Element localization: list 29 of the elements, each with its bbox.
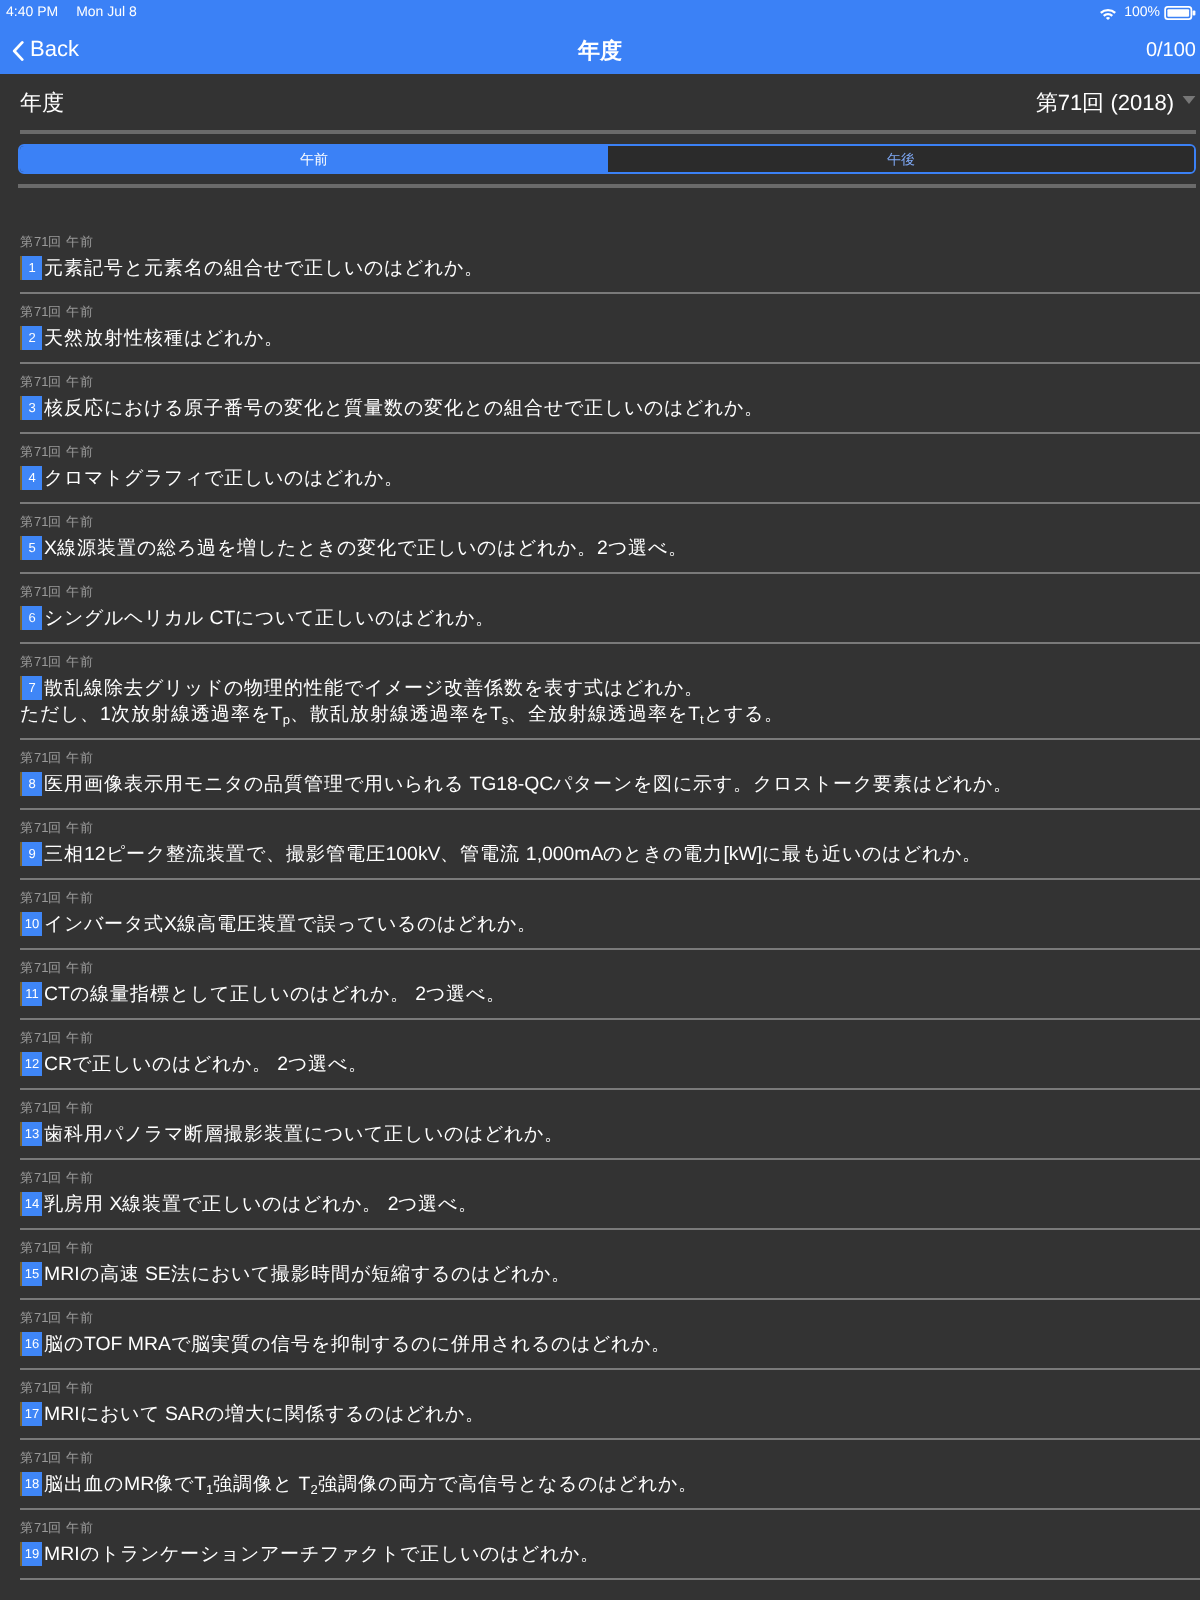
question-text[interactable]: CRで正しいのはどれか。 2つ選べ。 [44, 1051, 369, 1077]
answered-counter: 0/100 [1145, 39, 1196, 61]
question-text[interactable]: シングルヘリカル CTについて正しいのはどれか。 [44, 605, 496, 631]
back-button[interactable]: Back [12, 38, 79, 62]
caret-icon [1182, 95, 1196, 103]
question-text[interactable]: 医用画像表示用モニタの品質管理で用いられる TG18-QCパターンを図に示す。クロストーク要素はどれか。 [44, 771, 1014, 797]
wifi-icon [1100, 7, 1117, 19]
battery-icon [1164, 6, 1196, 20]
question-text[interactable]: 歯科用パノラマ断層撮影装置について正しいのはどれか。 [44, 1121, 564, 1147]
question-text[interactable]: X線源装置の総ろ過を増したときの変化で正しいのはどれか。2つ選べ。 [44, 535, 688, 561]
question-text[interactable]: 脳出血のMR像でT$_{1}$強調像と T$_{2}$強調像の両方で高信号となるのはどれか。 [44, 1471, 698, 1497]
question-text[interactable]: 天然放射性核種はどれか。 [44, 325, 284, 351]
question-text[interactable]: MRIの高速 SE法において撮影時間が短縮するのはどれか。 [44, 1261, 571, 1287]
year-dropdown[interactable]: 第71回 (2018) [1035, 87, 1196, 117]
question-text[interactable]: 核反応における原子番号の変化と質量数の変化との組合せで正しいのはどれか。 [44, 395, 764, 421]
question-text[interactable]: 脳のTOF MRAで脳実質の信号を抑制するのに併用されるのはどれか。 [44, 1331, 671, 1357]
question-text[interactable]: クロマトグラフィで正しいのはどれか。 [44, 465, 404, 491]
year-label: 年度 [20, 89, 64, 117]
question-text[interactable]: 散乱線除去グリッドの物理的性能でイメージ改善係数を表す式はどれか。 [44, 675, 704, 701]
nav-title: 年度 [578, 37, 622, 65]
question-text[interactable]: MRIにおいて SARの増大に関係するのはどれか。 [44, 1401, 485, 1427]
question-text[interactable]: 元素記号と元素名の組合せで正しいのはどれか。 [44, 255, 484, 281]
question-note: ただし、1次放射線透過率をT$_{p}$、散乱放射線透過率をT$_{s}$、全放射線透過率をT$_{t}$とする。 [20, 702, 784, 728]
question-text[interactable]: 三相12ピーク整流装置で、撮影管電圧100kV、管電流 1,000mAのときの電力[kW]に最も近いのはどれか。 [44, 841, 983, 867]
question-text[interactable]: 乳房用 X線装置で正しいのはどれか。 2つ選べ。 [44, 1191, 479, 1217]
question-text[interactable]: インバータ式X線高電圧装置で誤っているのはどれか。 [44, 911, 537, 937]
question-text[interactable]: MRIのトランケーションアーチファクトで正しいのはどれか。 [44, 1541, 600, 1567]
chevron-left-icon [12, 39, 24, 61]
question-text[interactable]: CTの線量指標として正しいのはどれか。 2つ選べ。 [44, 981, 506, 1007]
